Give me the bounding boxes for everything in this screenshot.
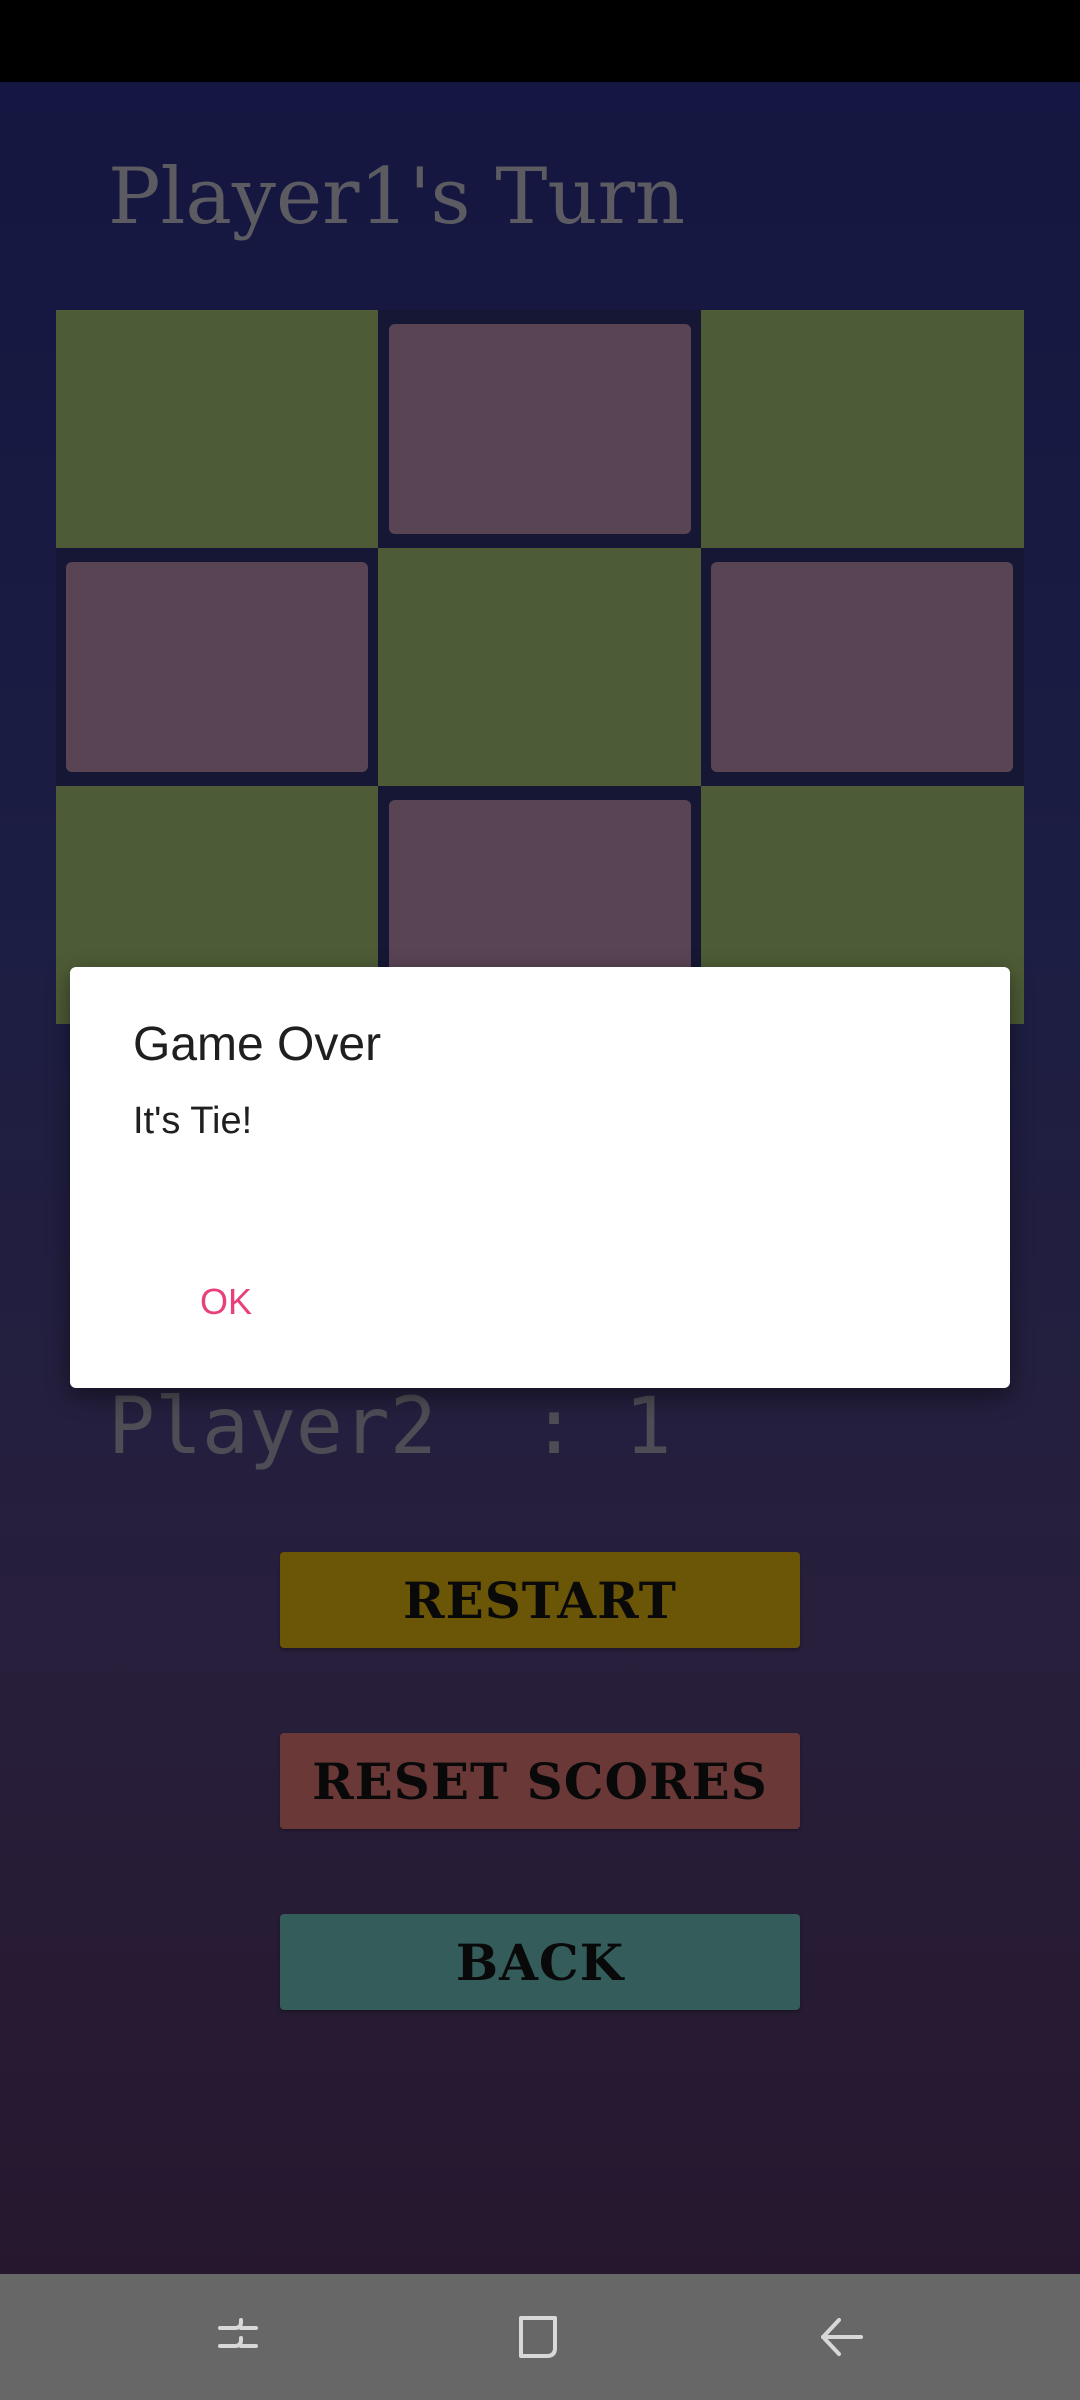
recents-icon[interactable] <box>207 2304 273 2370</box>
dialog-title: Game Over <box>133 1018 382 1071</box>
ok-button[interactable]: OK <box>194 1277 258 1327</box>
status-bar <box>0 0 1080 82</box>
home-icon[interactable] <box>507 2304 573 2370</box>
back-arrow-icon[interactable] <box>809 2304 875 2370</box>
dialog-message: It's Tie! <box>133 1100 253 1142</box>
game-over-dialog: Game Over It's Tie! OK <box>70 967 1010 1388</box>
navigation-bar <box>0 2274 1080 2400</box>
